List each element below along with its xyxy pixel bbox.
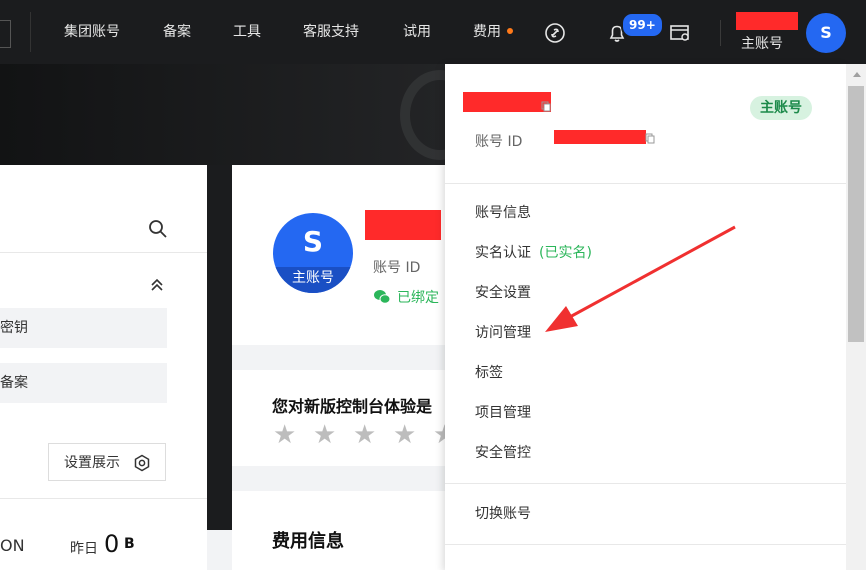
- copy-id-icon[interactable]: [645, 133, 655, 144]
- real-name-auth-label: 实名认证: [475, 245, 531, 261]
- collapsed-menu-edge[interactable]: [0, 20, 11, 48]
- banner-background-strip: [207, 165, 232, 530]
- account-role-label[interactable]: 主账号: [741, 33, 783, 53]
- console-icon[interactable]: [669, 22, 691, 44]
- menu-item-security-settings[interactable]: 安全设置: [475, 283, 531, 303]
- wechat-bind-status[interactable]: 已绑定: [373, 287, 439, 307]
- fee-card-title: 费用信息: [272, 531, 344, 552]
- dropdown-divider: [445, 544, 846, 545]
- rating-star-1[interactable]: ★: [273, 420, 296, 450]
- profile-avatar-role: 主账号: [273, 267, 353, 293]
- menu-item-project-management[interactable]: 项目管理: [475, 403, 531, 423]
- dropdown-divider: [445, 483, 846, 484]
- nav-divider: [30, 12, 31, 52]
- nav-item-trial[interactable]: 试用: [403, 22, 431, 42]
- chevron-double-up-icon[interactable]: [150, 278, 164, 292]
- search-icon[interactable]: [148, 219, 168, 239]
- scroll-up-icon[interactable]: [853, 72, 861, 77]
- nav-item-billing-label: 费用: [473, 24, 501, 40]
- display-settings-label: 设置展示: [64, 455, 120, 471]
- display-settings-button[interactable]: 设置展示: [48, 443, 166, 481]
- nav-item-support[interactable]: 客服支持: [303, 22, 359, 42]
- link-icon[interactable]: [544, 22, 566, 44]
- survey-question: 您对新版控制台体验是: [272, 397, 433, 416]
- dropdown-divider: [445, 183, 846, 184]
- notification-count-badge[interactable]: 99+: [621, 12, 664, 38]
- nav-item-billing[interactable]: 费用: [473, 22, 513, 42]
- nav-item-tools[interactable]: 工具: [233, 22, 261, 42]
- redacted-dropdown-name: [463, 92, 551, 112]
- user-avatar[interactable]: S: [806, 13, 846, 53]
- wechat-status-label: 已绑定: [397, 290, 439, 306]
- rating-star-3[interactable]: ★: [353, 420, 376, 450]
- copy-icon[interactable]: [541, 101, 551, 112]
- nav-item-group-account[interactable]: 集团账号: [64, 22, 120, 42]
- main-account-badge: 主账号: [750, 96, 812, 120]
- menu-item-security-control[interactable]: 安全管控: [475, 443, 531, 463]
- rating-star-4[interactable]: ★: [393, 420, 416, 450]
- verified-status: (已实名): [539, 245, 592, 261]
- menu-item-switch-account[interactable]: 切换账号: [475, 504, 531, 524]
- profile-account-id-label: 账号 ID: [373, 260, 421, 276]
- dropdown-account-id-label: 账号 ID: [475, 134, 523, 150]
- redacted-profile-name: [365, 210, 441, 240]
- redacted-account-id: [554, 130, 646, 144]
- list-item-filing[interactable]: 备案: [0, 363, 167, 403]
- notification-dot: [507, 28, 513, 34]
- menu-item-access-management[interactable]: 访问管理: [475, 323, 531, 343]
- yesterday-label: 昨日: [70, 541, 98, 557]
- wechat-icon: [374, 290, 391, 304]
- nav-item-filing[interactable]: 备案: [163, 22, 191, 42]
- top-navigation-bar: [0, 0, 866, 64]
- truncated-label: ON: [0, 536, 25, 555]
- menu-item-real-name-auth[interactable]: 实名认证 (已实名): [475, 243, 592, 263]
- profile-avatar[interactable]: S 主账号: [273, 213, 353, 293]
- menu-item-account-info[interactable]: 账号信息: [475, 203, 531, 223]
- profile-avatar-letter: S: [302, 225, 324, 258]
- yesterday-unit: B: [124, 536, 135, 552]
- scrollbar-thumb[interactable]: [848, 86, 864, 342]
- menu-item-tags[interactable]: 标签: [475, 363, 503, 383]
- list-item-keys[interactable]: 密钥: [0, 308, 167, 348]
- redacted-account-name: [736, 12, 798, 30]
- rating-star-2[interactable]: ★: [313, 420, 336, 450]
- survey-card: [232, 370, 446, 466]
- nav-separator: [720, 20, 721, 46]
- yesterday-value: 0: [104, 530, 120, 558]
- panel-divider: [0, 498, 207, 499]
- gear-icon: [134, 454, 150, 472]
- panel-divider: [0, 252, 207, 253]
